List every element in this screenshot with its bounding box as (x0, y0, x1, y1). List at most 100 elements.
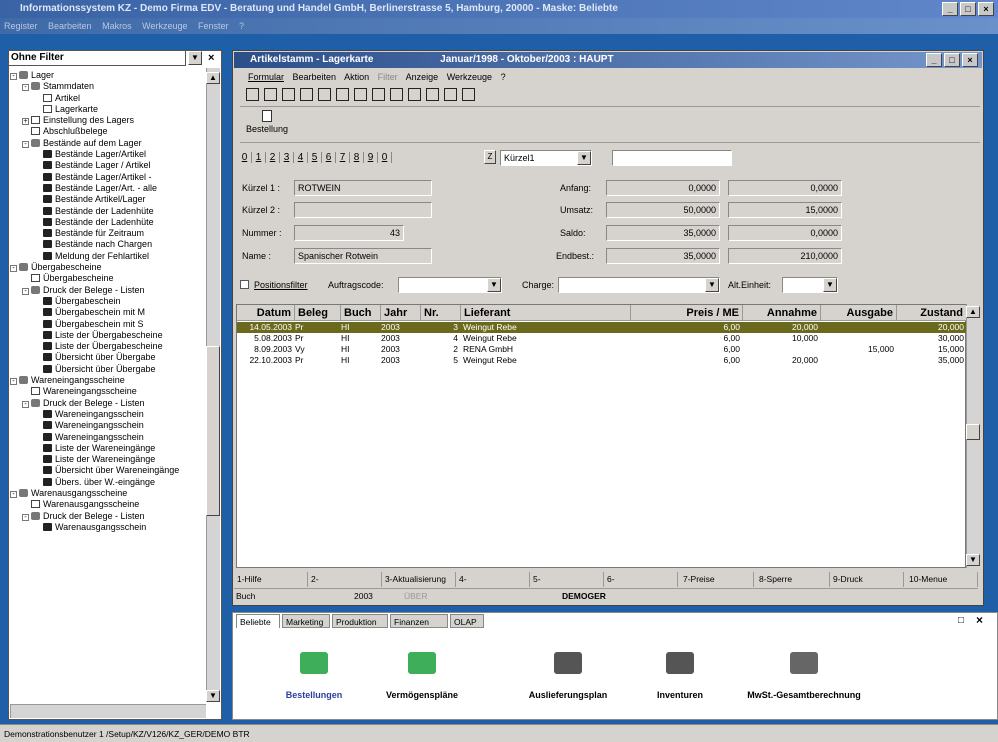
column-header[interactable]: Jahr (381, 305, 421, 321)
tree-item[interactable]: Bestände Lager/Art. - alle (10, 183, 206, 194)
collapse-icon[interactable]: - (10, 378, 17, 386)
panel-tab[interactable]: Marketing (282, 614, 330, 628)
tree-item[interactable]: Bestände für Zeitraum (10, 228, 206, 239)
tree-item[interactable]: Liste der Übergabescheine (10, 330, 206, 341)
alteinheit-dropdown-icon[interactable]: ▼ (823, 278, 837, 292)
index-tab[interactable]: 7 (336, 152, 350, 163)
menu-werkzeuge-window[interactable]: Werkzeuge (447, 72, 492, 82)
order-shortcut-icon[interactable] (300, 652, 328, 674)
scroll-down-icon[interactable]: ▼ (206, 690, 220, 702)
collapse-icon[interactable]: - (10, 265, 17, 273)
menu-formular[interactable]: Formular (248, 72, 284, 82)
minimize-button[interactable]: _ (942, 2, 958, 16)
tree-item[interactable]: - Bestände auf dem Lager (10, 138, 206, 149)
column-header[interactable]: Datum (237, 305, 295, 321)
menu-help-window[interactable]: ? (501, 72, 506, 82)
panel-close-icon[interactable]: × (976, 613, 983, 627)
tree-item[interactable]: Bestände Lager/Artikel (10, 149, 206, 160)
calendar-icon[interactable] (462, 88, 475, 101)
copy-icon[interactable] (318, 88, 331, 101)
collapse-icon[interactable]: - (22, 513, 29, 521)
tree-item[interactable]: - Übergabescheine (10, 262, 206, 273)
close-button[interactable]: × (978, 2, 994, 16)
index-tab[interactable]: 0 (378, 152, 392, 163)
function-key[interactable]: 2- (308, 572, 382, 587)
maximize-button[interactable]: □ (960, 2, 976, 16)
menu-makros[interactable]: Makros (102, 21, 132, 31)
table-row[interactable]: 14.05.2003 Pr HI 2003 3 Weingut Rebe 6,00 20,00… (237, 322, 967, 333)
grid-scroll-thumb[interactable] (966, 424, 980, 440)
panel-tab[interactable]: Beliebte (236, 614, 280, 628)
tree-item[interactable]: Übergabeschein (10, 296, 206, 307)
collapse-icon[interactable]: - (22, 84, 29, 92)
column-header[interactable]: Nr. (421, 305, 461, 321)
tree-item[interactable]: Lagerkarte (10, 104, 206, 115)
index-tab[interactable]: 6 (322, 152, 336, 163)
index-tab[interactable]: 2 (266, 152, 280, 163)
auftragscode-dropdown-icon[interactable]: ▼ (487, 278, 501, 292)
shortcut-label[interactable]: MwSt.-Gesamtberechnung (734, 690, 874, 700)
tree-item[interactable]: Warenausgangsscheine (10, 499, 206, 510)
column-header[interactable]: Beleg (295, 305, 341, 321)
index-tab[interactable]: 5 (308, 152, 322, 163)
table-row[interactable]: 8.09.2003 Vy HI 2003 2 RENA GmbH 6,00 15,000 15,… (237, 344, 967, 355)
kuerzel1-field[interactable]: ROTWEIN (294, 180, 432, 196)
order-button[interactable]: Bestellung (246, 124, 288, 134)
tree-item[interactable]: - Stammdaten (10, 81, 206, 92)
menu-register[interactable]: Register (4, 21, 38, 31)
tree-hscrollbar[interactable] (10, 704, 206, 718)
function-key[interactable]: 6- (604, 572, 678, 587)
new-icon[interactable] (300, 88, 313, 101)
index-tab[interactable]: 9 (364, 152, 378, 163)
column-header[interactable]: Annahme (743, 305, 821, 321)
name-field[interactable]: Spanischer Rotwein (294, 248, 432, 264)
tree-item[interactable]: Übersicht über Übergabe (10, 352, 206, 363)
tree-item[interactable]: Bestände Artikel/Lager (10, 194, 206, 205)
save-icon[interactable] (246, 88, 259, 101)
charge-select[interactable] (558, 277, 720, 293)
column-header[interactable]: Preis / ME (631, 305, 743, 321)
tree-item[interactable]: Übersicht über Übergabe (10, 364, 206, 375)
window-close-button[interactable]: × (962, 53, 978, 67)
charge-dropdown-icon[interactable]: ▼ (705, 278, 719, 292)
menu-aktion[interactable]: Aktion (344, 72, 369, 82)
tree-item[interactable]: - Druck der Belege - Listen (10, 398, 206, 409)
tree-item[interactable]: + Einstellung des Lagers (10, 115, 206, 126)
panel-tab[interactable]: Finanzen (390, 614, 448, 628)
tree-item[interactable]: Übersicht über Wareneingänge (10, 465, 206, 476)
positionsfilter-checkbox[interactable] (240, 280, 249, 289)
column-header[interactable]: Buch (341, 305, 381, 321)
tree-item[interactable]: - Druck der Belege - Listen (10, 285, 206, 296)
panel-restore-icon[interactable]: □ (958, 615, 964, 626)
asset-plan-icon[interactable] (408, 652, 436, 674)
tree-item[interactable]: Wareneingangsschein (10, 432, 206, 443)
grid-scroll-down-icon[interactable]: ▼ (966, 554, 980, 566)
table-row[interactable]: 22.10.2003 Pr HI 2003 5 Weingut Rebe 6,00 20,00… (237, 355, 967, 366)
tree-item[interactable]: Bestände Lager/Artikel - (10, 172, 206, 183)
collapse-icon[interactable]: - (22, 140, 29, 148)
scroll-up-icon[interactable]: ▲ (206, 72, 220, 84)
tree-item[interactable]: Bestände Lager / Artikel (10, 160, 206, 171)
tree-item[interactable]: Warenausgangsschein (10, 522, 206, 533)
window-minimize-button[interactable]: _ (926, 53, 942, 67)
shortcut-label[interactable]: Inventuren (610, 690, 750, 700)
sort-toggle-icon[interactable]: Z (484, 150, 496, 164)
collapse-icon[interactable]: - (10, 73, 17, 80)
tree-item[interactable]: Bestände nach Chargen (10, 239, 206, 250)
tree-item[interactable]: Abschlußbelege (10, 126, 206, 137)
tree-item[interactable]: - Druck der Belege - Listen (10, 511, 206, 522)
function-key[interactable]: 1-Hilfe (234, 572, 308, 587)
grid-scroll-up-icon[interactable]: ▲ (966, 306, 980, 318)
function-key[interactable]: 10-Menue (906, 572, 978, 587)
book-icon[interactable] (790, 652, 818, 674)
index-tab[interactable]: 4 (294, 152, 308, 163)
tree-item[interactable]: Artikel (10, 93, 206, 104)
undo-icon[interactable] (264, 88, 277, 101)
collapse-icon[interactable]: - (22, 400, 29, 408)
table-icon[interactable] (336, 88, 349, 101)
menu-bearbeiten[interactable]: Bearbeiten (48, 21, 92, 31)
tree-item[interactable]: - Lager (10, 70, 206, 81)
function-key[interactable]: 4- (456, 572, 530, 587)
grid-icon[interactable] (354, 88, 367, 101)
delivery-truck-icon[interactable] (554, 652, 582, 674)
